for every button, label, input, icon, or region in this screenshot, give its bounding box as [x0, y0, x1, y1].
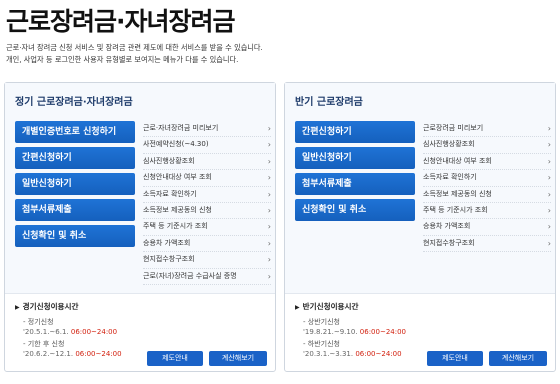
general-apply-button[interactable]: 일반신청하기	[15, 173, 135, 195]
usage-time-title: ▶ 반기신청이용시간	[295, 302, 359, 311]
time-label: - 하반기신청	[303, 340, 340, 348]
half-year-incentive-panel: 반기 근로장려금 간편신청하기 일반신청하기 첨부서류제출 신청확인 및 취소 …	[284, 82, 556, 372]
time-label: - 상반기신청	[303, 318, 340, 326]
chevron-right-icon: ›	[267, 156, 271, 166]
service-link-list: 근로장려금 미리보기 › 심사진행상황조회 › 신청안내대상 여부 조회 › 소득자료…	[423, 121, 551, 253]
chevron-right-icon: ›	[547, 205, 551, 215]
intro-line: 개인, 사업자 등 로그인한 사용자 유형별로 보여지는 메뉴가 다를 수 있습…	[6, 55, 239, 64]
system-guide-button[interactable]: 제도안내	[427, 351, 483, 366]
simple-apply-button[interactable]: 간편신청하기	[15, 147, 135, 169]
link-income-consent[interactable]: 소득정보 제공동의 신청 ›	[143, 203, 271, 220]
chevron-right-icon: ›	[267, 271, 271, 281]
page-title: 근로장려금·자녀장려금	[6, 7, 235, 36]
link-car-value[interactable]: 승용차 가액조회 ›	[143, 236, 271, 253]
time-value: '20.3.1.~3.31. 06:00~24:00	[303, 350, 402, 358]
chevron-right-icon: ›	[547, 238, 551, 248]
usage-time-entry: - 기한 후 신청 '20.6.2.~12.1. 06:00~24:00	[23, 339, 122, 359]
panel-heading: 정기 근로장려금·자녀장려금	[15, 97, 133, 108]
link-income-data[interactable]: 소득자료 확인하기 ›	[143, 187, 271, 203]
link-review-status[interactable]: 심사진행상황조회 ›	[423, 137, 551, 154]
chevron-right-icon: ›	[267, 205, 271, 215]
panel-heading: 반기 근로장려금	[295, 97, 363, 108]
chevron-right-icon: ›	[267, 189, 271, 199]
usage-time-entry: - 정기신청 '20.5.1.~6.1. 06:00~24:00	[23, 317, 117, 337]
intro-text: 근로·자녀 장려금 신청 서비스 및 장려금 관련 제도에 대한 서비스를 받을…	[6, 42, 263, 66]
panel-body: 정기 근로장려금·자녀장려금 개별인증번호로 신청하기 간편신청하기 일반신청하…	[5, 83, 275, 294]
link-receipt-certificate[interactable]: 근로(자녀)장려금 수급사실 증명 ›	[143, 269, 271, 285]
usage-time-title: ▶ 경기신청이용시간	[15, 302, 79, 311]
usage-time-entry: - 상반기신청 '19.8.21.~9.10. 06:00~24:00	[303, 317, 406, 337]
time-value: '20.5.1.~6.1. 06:00~24:00	[23, 328, 118, 336]
verify-code-apply-button[interactable]: 개별인증번호로 신청하기	[15, 121, 135, 143]
general-apply-button[interactable]: 일반신청하기	[295, 147, 415, 169]
apply-button-group: 간편신청하기 일반신청하기 첨부서류제출 신청확인 및 취소	[295, 121, 415, 225]
chevron-right-icon: ›	[267, 222, 271, 232]
triangle-right-icon: ▶	[15, 304, 20, 311]
submit-documents-button[interactable]: 첨부서류제출	[15, 199, 135, 221]
link-eligibility-check[interactable]: 신청안내대상 여부 조회 ›	[423, 154, 551, 171]
calculate-button[interactable]: 계산해보기	[489, 351, 547, 366]
intro-line: 근로·자녀 장려금 신청 서비스 및 장려금 관련 제도에 대한 서비스를 받을…	[6, 43, 263, 52]
time-label: - 기한 후 신청	[23, 340, 65, 348]
triangle-right-icon: ▶	[295, 304, 300, 311]
time-value: '19.8.21.~9.10. 06:00~24:00	[303, 328, 406, 336]
apply-button-group: 개별인증번호로 신청하기 간편신청하기 일반신청하기 첨부서류제출 신청확인 및…	[15, 121, 135, 251]
page: 근로장려금·자녀장려금 근로·자녀 장려금 신청 서비스 및 장려금 관련 제도…	[0, 0, 560, 384]
link-local-desk[interactable]: 현지접수창구조회 ›	[423, 236, 551, 253]
regular-incentive-panel: 정기 근로장려금·자녀장려금 개별인증번호로 신청하기 간편신청하기 일반신청하…	[4, 82, 276, 372]
chevron-right-icon: ›	[267, 255, 271, 265]
usage-time-entry: - 하반기신청 '20.3.1.~3.31. 06:00~24:00	[303, 339, 402, 359]
chevron-right-icon: ›	[267, 238, 271, 248]
panel-body: 반기 근로장려금 간편신청하기 일반신청하기 첨부서류제출 신청확인 및 취소 …	[285, 83, 555, 294]
check-cancel-button[interactable]: 신청확인 및 취소	[15, 225, 135, 247]
chevron-right-icon: ›	[267, 140, 271, 150]
chevron-right-icon: ›	[547, 140, 551, 150]
link-review-status[interactable]: 심사진행상황조회 ›	[143, 154, 271, 171]
link-local-desk[interactable]: 현지접수창구조회 ›	[143, 252, 271, 269]
link-car-value[interactable]: 승용차 가액조회 ›	[423, 219, 551, 236]
link-housing-price[interactable]: 주택 등 기준시가 조회 ›	[423, 203, 551, 220]
link-pre-reservation[interactable]: 사전예약신청(~4.30) ›	[143, 137, 271, 154]
time-label: - 정기신청	[23, 318, 54, 326]
chevron-right-icon: ›	[267, 124, 271, 133]
chevron-right-icon: ›	[547, 124, 551, 133]
link-preview[interactable]: 근로·자녀장려금 미리보기 ›	[143, 121, 271, 138]
link-housing-price[interactable]: 주택 등 기준시가 조회 ›	[143, 219, 271, 236]
submit-documents-button[interactable]: 첨부서류제출	[295, 173, 415, 195]
simple-apply-button[interactable]: 간편신청하기	[295, 121, 415, 143]
link-income-data[interactable]: 소득자료 확인하기 ›	[423, 170, 551, 187]
link-income-consent[interactable]: 소득정보 제공동의 신청 ›	[423, 187, 551, 203]
service-link-list: 근로·자녀장려금 미리보기 › 사전예약신청(~4.30) › 심사진행상황조회 › …	[143, 121, 271, 285]
time-value: '20.6.2.~12.1. 06:00~24:00	[23, 350, 122, 358]
chevron-right-icon: ›	[267, 173, 271, 183]
chevron-right-icon: ›	[547, 156, 551, 166]
chevron-right-icon: ›	[547, 222, 551, 232]
chevron-right-icon: ›	[547, 189, 551, 199]
system-guide-button[interactable]: 제도안내	[147, 351, 203, 366]
check-cancel-button[interactable]: 신청확인 및 취소	[295, 199, 415, 221]
chevron-right-icon: ›	[547, 173, 551, 183]
link-preview[interactable]: 근로장려금 미리보기 ›	[423, 121, 551, 138]
link-eligibility-check[interactable]: 신청안내대상 여부 조회 ›	[143, 170, 271, 187]
calculate-button[interactable]: 계산해보기	[209, 351, 267, 366]
